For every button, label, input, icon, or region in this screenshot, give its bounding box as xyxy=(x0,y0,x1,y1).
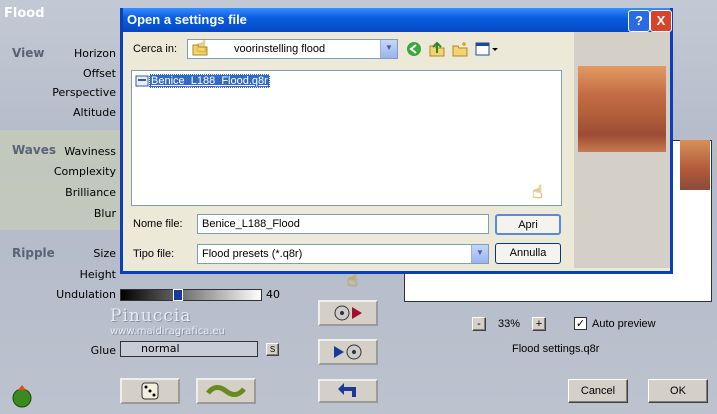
file-list[interactable]: Benice_L188_Flood.q8r xyxy=(131,70,562,206)
zoom-value: 33% xyxy=(498,318,521,330)
plugin-title: Flood xyxy=(4,6,45,21)
param-offset: Offset xyxy=(82,67,116,80)
up-folder-icon[interactable] xyxy=(429,41,445,60)
view-menu-icon[interactable] xyxy=(475,41,499,60)
pointing-hand-icon: ☝ xyxy=(532,182,543,203)
zoom-out-button[interactable]: - xyxy=(472,317,486,331)
wave-button[interactable] xyxy=(196,378,256,404)
param-complexity: Complexity xyxy=(53,165,116,178)
glue-select[interactable]: normal xyxy=(120,341,258,357)
dialog-titlebar: Open a settings file ? X xyxy=(123,8,672,32)
auto-preview-checkbox[interactable]: ✓ xyxy=(574,317,587,330)
dialog-preview-panel xyxy=(574,32,670,268)
settings-file-icon xyxy=(135,75,149,87)
reset-button[interactable] xyxy=(318,379,378,403)
param-size: Size xyxy=(93,247,116,260)
help-button[interactable]: ? xyxy=(628,10,650,32)
param-altitude: Altitude xyxy=(73,106,116,119)
look-in-value: voorinstelling flood xyxy=(234,43,326,55)
look-in-label: Cerca in: xyxy=(133,43,178,55)
param-brilliance: Brilliance xyxy=(65,186,116,199)
file-name: Benice_L188_Flood.q8r xyxy=(149,74,270,88)
pointing-hand-icon: ☝ xyxy=(196,36,207,57)
dialog-cancel-button[interactable]: Annulla xyxy=(495,243,561,264)
chevron-down-icon[interactable]: ▼ xyxy=(380,40,397,58)
dialog-title: Open a settings file xyxy=(127,12,247,27)
filename-label: Nome file: xyxy=(133,218,183,230)
disc-save-icon xyxy=(334,305,362,321)
undulation-slider[interactable] xyxy=(120,289,262,301)
settings-file-label: Flood settings.q8r xyxy=(512,343,600,355)
filename-input[interactable]: Benice_L188_Flood xyxy=(197,214,489,234)
param-horizon: Horizon xyxy=(73,47,116,60)
undo-arrow-icon xyxy=(338,383,356,397)
watermark-name: Pinuccia xyxy=(110,306,192,326)
new-folder-icon[interactable] xyxy=(452,41,468,60)
dice-icon xyxy=(141,382,159,400)
chevron-down-icon[interactable]: ▼ xyxy=(471,245,488,263)
back-icon[interactable] xyxy=(406,41,422,60)
plugin-ok-button[interactable]: OK xyxy=(648,379,708,403)
disc-load-icon xyxy=(334,344,362,360)
preview-image-edge xyxy=(680,140,710,190)
load-preset-button[interactable] xyxy=(318,300,378,326)
param-blur: Blur xyxy=(93,207,116,220)
undulation-value: 40 xyxy=(266,288,280,301)
file-item[interactable]: Benice_L188_Flood.q8r xyxy=(135,74,270,88)
glue-s-button[interactable]: S xyxy=(266,343,279,356)
preset-thumbnail xyxy=(578,66,666,152)
param-height: Height xyxy=(79,268,116,281)
watermark-url: www.maidiragrafica.eu xyxy=(110,326,225,337)
undulation-slider-thumb[interactable] xyxy=(173,289,183,301)
open-button[interactable]: Apri xyxy=(495,214,561,235)
param-glue: Glue xyxy=(90,344,116,357)
filetype-label: Tipo file: xyxy=(133,248,175,260)
wave-icon xyxy=(206,385,246,397)
save-preset-button[interactable] xyxy=(318,339,378,365)
zoom-in-button[interactable]: + xyxy=(532,317,546,331)
filetype-value: Flood presets (*.q8r) xyxy=(202,248,303,260)
auto-preview-label: Auto preview xyxy=(592,318,656,330)
param-waviness: Waviness xyxy=(64,145,116,158)
param-undulation: Undulation xyxy=(56,288,116,301)
param-perspective: Perspective xyxy=(52,86,116,99)
plugin-cancel-button[interactable]: Cancel xyxy=(568,379,628,403)
look-in-combo[interactable]: voorinstelling flood ▼ xyxy=(187,39,398,59)
filters-unlimited-logo-icon xyxy=(10,384,34,408)
filetype-select[interactable]: Flood presets (*.q8r) ▼ xyxy=(197,244,489,264)
close-button[interactable]: X xyxy=(650,10,672,32)
open-settings-dialog: Open a settings file ? X Cerca in: voori… xyxy=(120,8,673,274)
random-button[interactable] xyxy=(120,378,180,404)
